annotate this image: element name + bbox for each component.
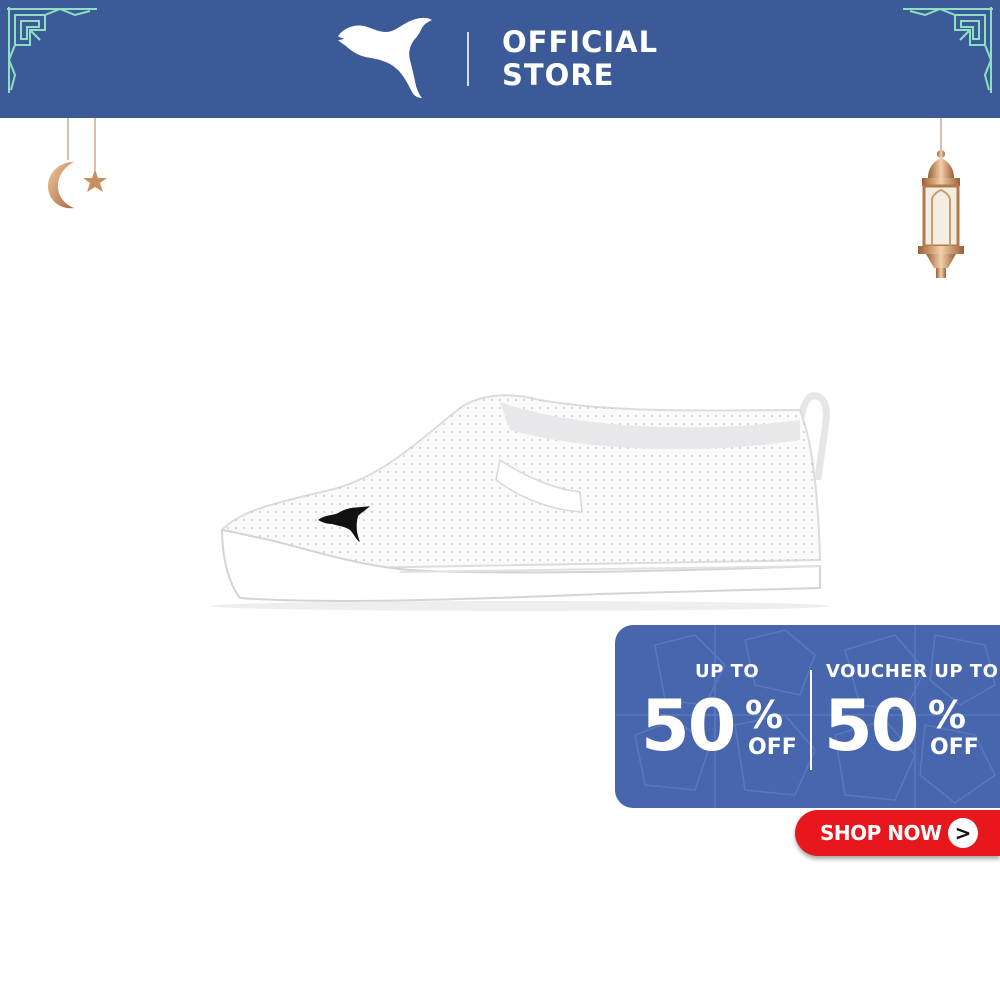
chevron-right-icon: > — [948, 818, 978, 848]
official-store-label: OFFICIAL STORE — [502, 26, 658, 92]
store-text: STORE — [502, 58, 615, 92]
promo-right-value: 50 — [824, 685, 919, 767]
shop-now-button[interactable]: SHOP NOW > — [795, 810, 1000, 856]
store-header-banner: OFFICIAL STORE — [0, 0, 1000, 118]
promo-left-value: 50 — [641, 685, 736, 767]
geometric-corner-ornament-icon — [7, 7, 97, 93]
promo-divider — [810, 670, 812, 770]
star-icon — [83, 169, 107, 192]
promo-left-label: UP TO — [695, 661, 760, 682]
geometric-corner-ornament-icon — [903, 7, 993, 93]
shop-now-label: SHOP NOW — [820, 821, 942, 845]
hanging-lantern-icon — [918, 118, 964, 278]
puma-leaping-cat-icon — [338, 17, 432, 99]
promo-right-off: OFF — [930, 735, 979, 760]
header-divider — [467, 32, 469, 86]
white-slip-on-sneaker-icon — [210, 392, 830, 611]
promo-left-off: OFF — [748, 735, 797, 760]
promo-right-percent: % — [928, 693, 967, 737]
official-text: OFFICIAL — [502, 25, 659, 59]
discount-promo-banner: UP TO 50 % OFF VOUCHER UP TO 50 % OFF — [615, 625, 1000, 808]
promo-left-percent: % — [745, 693, 784, 737]
promo-right-label: VOUCHER UP TO — [826, 661, 999, 682]
